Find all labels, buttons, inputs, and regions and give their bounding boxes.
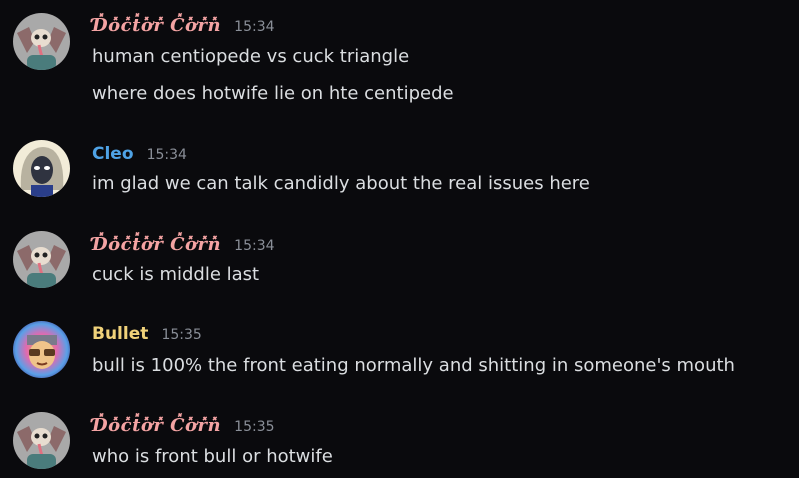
- timestamp[interactable]: 15:35: [161, 327, 201, 343]
- message-header: Ɗ̽o̽c̽t̽ơ̽r̽ C̽ơ̽r̽n̽ 15:34: [92, 234, 275, 258]
- message-header: Cleo 15:34: [92, 144, 187, 168]
- sunglasses-character-avatar[interactable]: [13, 321, 70, 378]
- message-text: im glad we can talk candidly about the r…: [92, 173, 590, 194]
- message-text: cuck is middle last: [92, 264, 260, 285]
- timestamp[interactable]: 15:34: [234, 238, 274, 254]
- grey-haired-character-avatar[interactable]: [13, 140, 70, 197]
- timestamp[interactable]: 15:34: [147, 147, 187, 163]
- username[interactable]: Ɗ̽o̽c̽t̽ơ̽r̽ C̽ơ̽r̽n̽: [92, 415, 221, 436]
- message-text: where does hotwife lie on hte centipede: [92, 83, 454, 104]
- message-text: human centiopede vs cuck triangle: [92, 46, 410, 67]
- timestamp[interactable]: 15:35: [234, 419, 274, 435]
- skull-bat-avatar[interactable]: [13, 412, 70, 469]
- username[interactable]: Bullet: [92, 324, 148, 344]
- message-text: who is front bull or hotwife: [92, 446, 333, 467]
- username[interactable]: Ɗ̽o̽c̽t̽ơ̽r̽ C̽ơ̽r̽n̽: [92, 15, 221, 36]
- timestamp[interactable]: 15:34: [234, 19, 274, 35]
- username[interactable]: Ɗ̽o̽c̽t̽ơ̽r̽ C̽ơ̽r̽n̽: [92, 234, 221, 255]
- message-header: Bullet 15:35: [92, 324, 202, 348]
- username[interactable]: Cleo: [92, 144, 134, 164]
- message-header: Ɗ̽o̽c̽t̽ơ̽r̽ C̽ơ̽r̽n̽ 15:35: [92, 415, 275, 439]
- chat-message-list: Ɗ̽o̽c̽t̽ơ̽r̽ C̽ơ̽r̽n̽ 15:34 human centio…: [0, 0, 799, 478]
- skull-bat-avatar[interactable]: [13, 13, 70, 70]
- message-text: bull is 100% the front eating normally a…: [92, 355, 735, 376]
- skull-bat-avatar[interactable]: [13, 231, 70, 288]
- message-header: Ɗ̽o̽c̽t̽ơ̽r̽ C̽ơ̽r̽n̽ 15:34: [92, 15, 275, 39]
